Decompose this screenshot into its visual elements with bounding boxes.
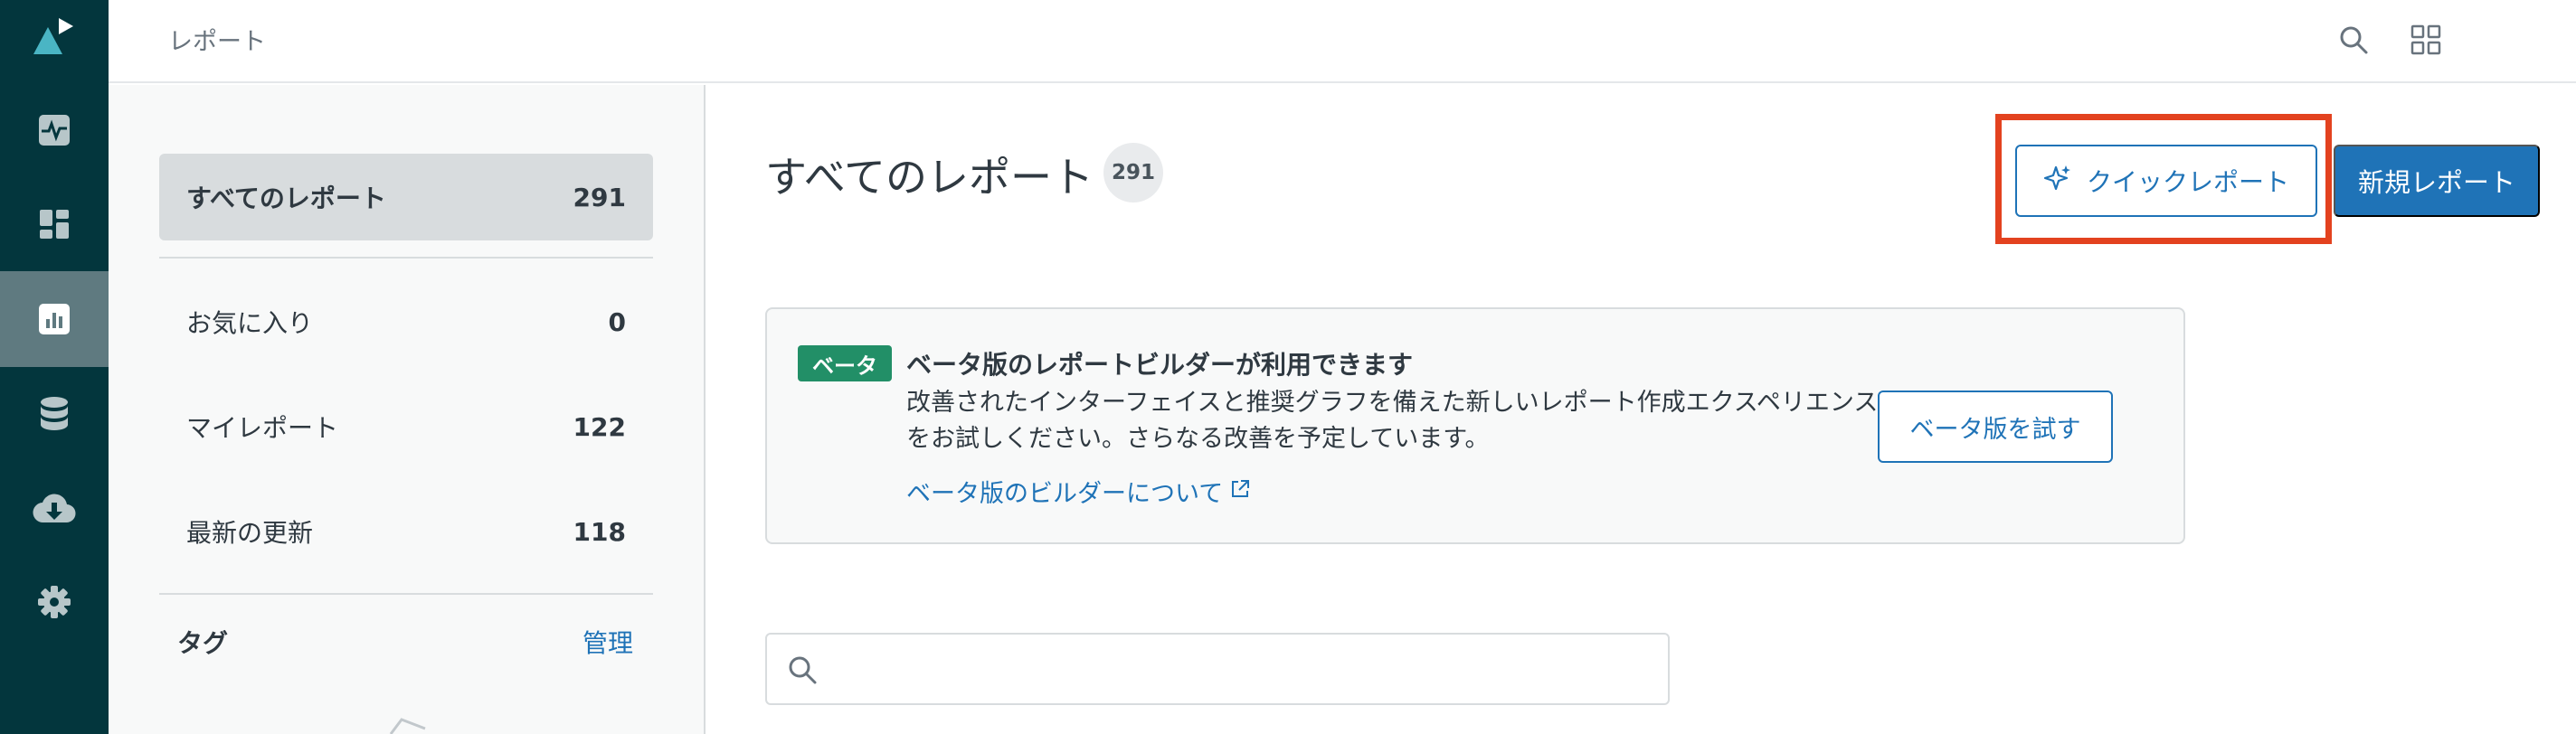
sparkle-icon	[2043, 164, 2072, 199]
filter-my-reports[interactable]: マイレポート 122	[159, 383, 653, 470]
pulse-icon	[37, 113, 71, 147]
filter-all-reports[interactable]: すべてのレポート 291	[159, 154, 653, 240]
beta-link-label: ベータ版のビルダーについて	[906, 480, 1224, 508]
nav-downloads[interactable]	[0, 461, 109, 555]
beta-badge: ベータ	[798, 345, 892, 381]
page-title: すべてのレポート	[765, 153, 1094, 202]
new-report-button[interactable]: 新規レポート	[2334, 145, 2540, 217]
report-search-box	[765, 633, 1670, 705]
filter-label: 最新の更新	[186, 518, 314, 548]
breadcrumb: レポート	[168, 28, 266, 56]
beta-banner-title: ベータ版のレポートビルダーが利用できます	[906, 350, 1414, 380]
nav-datasets[interactable]	[0, 367, 109, 461]
cloud-download-icon	[33, 492, 76, 524]
nav-dashboards[interactable]	[0, 177, 109, 271]
nav-pulse[interactable]	[0, 83, 109, 177]
search-icon[interactable]	[2334, 20, 2373, 60]
filter-count: 118	[573, 516, 626, 547]
top-header: レポート	[109, 0, 2576, 83]
filter-panel: すべてのレポート 291 お気に入り 0 マイレポート 122 最新の更新 11…	[109, 85, 706, 734]
apps-grid-icon[interactable]	[2406, 20, 2446, 60]
filter-favorites[interactable]: お気に入り 0	[159, 278, 653, 365]
filter-label: マイレポート	[186, 413, 339, 443]
manage-tags-link[interactable]: 管理	[582, 624, 633, 660]
gear-icon	[37, 585, 71, 619]
beta-banner-description: 改善されたインターフェイスと推奨グラフを備えた新しいレポート作成エクスペリエンス…	[906, 389, 1879, 453]
external-link-icon	[1230, 477, 1250, 505]
reports-chart-icon	[37, 302, 71, 336]
beta-builder-link[interactable]: ベータ版のビルダーについて	[906, 474, 1250, 509]
quick-report-label: クイックレポート	[2086, 168, 2289, 196]
filter-count: 0	[608, 306, 626, 337]
nav-reports[interactable]	[0, 271, 109, 367]
try-beta-button[interactable]: ベータ版を試す	[1878, 391, 2113, 463]
report-search-input[interactable]	[830, 647, 1644, 692]
filter-count: 122	[573, 411, 626, 442]
filter-label: すべてのレポート	[186, 184, 386, 213]
beta-banner: ベータ ベータ版のレポートビルダーが利用できます 改善されたインターフェイスと推…	[765, 307, 2185, 544]
datasets-icon	[39, 396, 70, 432]
quick-report-button[interactable]: クイックレポート	[2015, 145, 2317, 217]
filter-label: お気に入り	[186, 308, 314, 338]
dashboard-icon	[39, 209, 70, 240]
filter-recently-updated[interactable]: 最新の更新 118	[159, 488, 653, 575]
nav-settings[interactable]	[0, 555, 109, 649]
tags-heading: タグ	[177, 628, 229, 658]
divider	[159, 593, 653, 595]
left-nav-rail	[0, 0, 109, 734]
explore-logo[interactable]	[0, 0, 109, 72]
tag-icon	[389, 716, 443, 734]
search-icon	[787, 654, 818, 689]
report-count-badge: 291	[1103, 143, 1163, 202]
divider	[159, 257, 653, 259]
filter-count: 291	[573, 182, 626, 212]
